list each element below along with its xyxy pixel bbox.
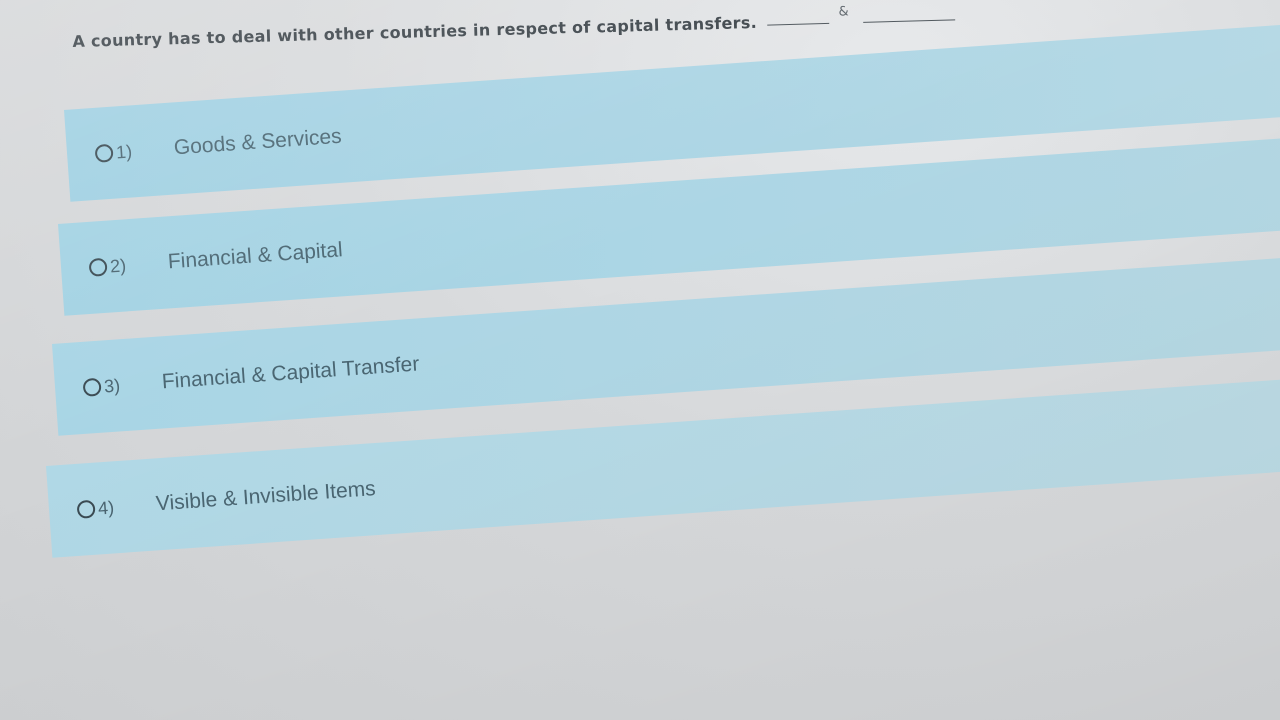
options-list: 1) Goods & Services 2) Financial & Capit… bbox=[0, 0, 1280, 720]
option-number: 3) bbox=[103, 374, 121, 396]
radio-button-icon[interactable] bbox=[82, 377, 102, 397]
quiz-screen: A country has to deal with other countri… bbox=[0, 0, 1280, 720]
option-number: 2) bbox=[109, 254, 127, 276]
option-label: Visible & Invisible Items bbox=[155, 477, 377, 516]
option-label: Financial & Capital Transfer bbox=[161, 352, 421, 394]
radio-button-icon[interactable] bbox=[76, 499, 96, 519]
option-number: 1) bbox=[115, 140, 133, 162]
option-label: Financial & Capital bbox=[167, 238, 344, 274]
option-label: Goods & Services bbox=[173, 124, 343, 160]
radio-button-icon[interactable] bbox=[94, 143, 114, 163]
option-number: 4) bbox=[97, 496, 115, 518]
radio-button-icon[interactable] bbox=[88, 257, 108, 277]
